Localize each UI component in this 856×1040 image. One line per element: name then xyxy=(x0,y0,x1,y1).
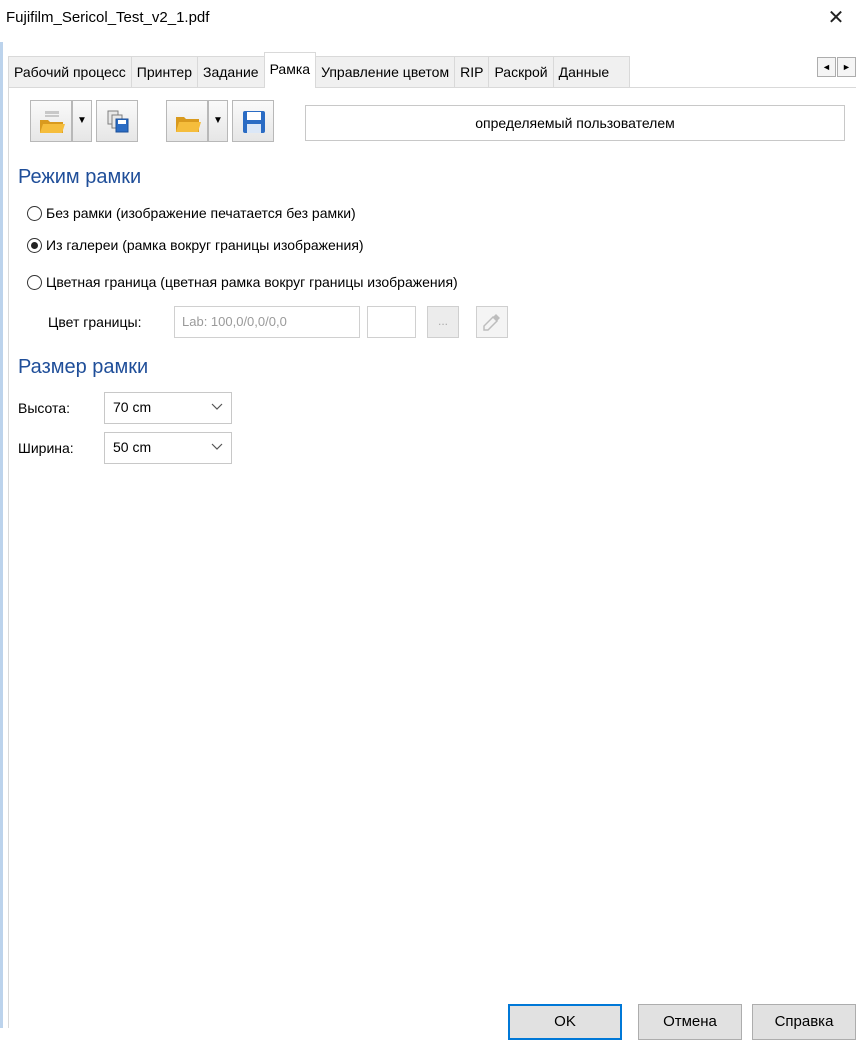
height-label: Высота: xyxy=(18,400,70,416)
window-title: Fujifilm_Sericol_Test_v2_1.pdf xyxy=(6,9,210,26)
radio-button[interactable] xyxy=(27,205,42,221)
tab-color-management[interactable]: Управление цветом xyxy=(315,56,456,88)
radio-color-border[interactable]: Цветная граница (цветная рамка вокруг гр… xyxy=(27,272,458,292)
open-preset-dropdown[interactable]: ▼ xyxy=(72,100,92,142)
frame-size-heading: Размер рамки xyxy=(18,356,149,378)
chevron-down-icon xyxy=(211,403,223,410)
folder-icon xyxy=(176,117,201,132)
radio-no-frame[interactable]: Без рамки (изображение печатается без ра… xyxy=(27,203,356,223)
save-preset-button[interactable] xyxy=(232,100,274,142)
open-folder-icon xyxy=(40,111,65,133)
cancel-button[interactable]: Отмена xyxy=(638,1004,742,1040)
border-color-field[interactable]: Lab: 100,0/0,0/0,0 xyxy=(174,306,360,338)
radio-label: Без рамки (изображение печатается без ра… xyxy=(46,205,356,221)
height-select[interactable]: 70 cm xyxy=(104,392,232,424)
copy-icon xyxy=(107,110,129,133)
border-color-label: Цвет границы: xyxy=(48,314,142,330)
tab-scroll-right-icon[interactable]: ► xyxy=(837,57,856,77)
radio-label: Цветная граница (цветная рамка вокруг гр… xyxy=(46,274,458,290)
width-label: Ширина: xyxy=(18,440,74,456)
window-left-edge xyxy=(0,0,3,1028)
eyedropper-icon xyxy=(483,314,500,331)
preset-name-field[interactable]: определяемый пользователем xyxy=(305,105,845,141)
frame-tab-panel xyxy=(8,88,856,1028)
border-color-swatch xyxy=(367,306,416,338)
radio-from-gallery[interactable]: Из галереи (рамка вокруг границы изображ… xyxy=(27,235,364,255)
tab-scroll-left-icon[interactable]: ◄ xyxy=(817,57,836,77)
chevron-down-icon xyxy=(211,443,223,450)
save-icon xyxy=(243,111,265,133)
tab-layout[interactable]: Раскрой xyxy=(488,56,554,88)
tab-data[interactable]: Данные xyxy=(552,56,630,88)
tab-frame[interactable]: Рамка xyxy=(263,52,317,88)
tab-workflow[interactable]: Рабочий процесс xyxy=(8,56,132,88)
radio-label: Из галереи (рамка вокруг границы изображ… xyxy=(46,237,364,253)
radio-button-selected[interactable] xyxy=(27,237,42,253)
title-bar: Fujifilm_Sericol_Test_v2_1.pdf ✕ xyxy=(0,0,856,42)
ok-button[interactable]: OK xyxy=(508,1004,622,1040)
copy-preset-button[interactable] xyxy=(96,100,138,142)
close-icon[interactable]: ✕ xyxy=(816,2,856,36)
width-value: 50 cm xyxy=(113,439,152,455)
tab-job[interactable]: Задание xyxy=(197,56,265,88)
tab-rip[interactable]: RIP xyxy=(454,56,490,88)
frame-mode-heading: Режим рамки xyxy=(18,166,142,188)
load-preset-dropdown[interactable]: ▼ xyxy=(208,100,228,142)
radio-button[interactable] xyxy=(27,274,42,290)
tab-printer[interactable]: Принтер xyxy=(130,56,199,88)
help-button[interactable]: Справка xyxy=(752,1004,856,1040)
color-picker-button[interactable] xyxy=(476,306,508,338)
border-color-browse-button[interactable]: ... xyxy=(427,306,459,338)
width-select[interactable]: 50 cm xyxy=(104,432,232,464)
tab-strip: Рабочий процесс Принтер Задание Рамка Уп… xyxy=(8,52,856,88)
load-preset-button[interactable] xyxy=(166,100,208,142)
height-value: 70 cm xyxy=(113,399,152,415)
open-preset-button[interactable] xyxy=(30,100,72,142)
